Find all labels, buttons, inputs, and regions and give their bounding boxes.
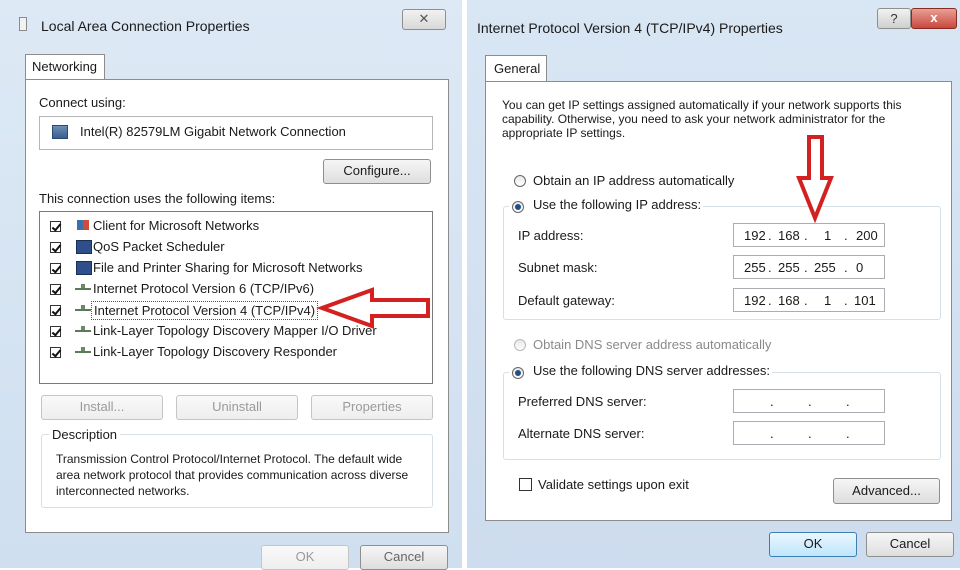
- ipv4-properties-dialog: Internet Protocol Version 4 (TCP/IPv4) P…: [467, 0, 960, 568]
- local-area-connection-dialog: Local Area Connection Properties ✕ Netwo…: [0, 0, 462, 570]
- annotation-arrow-left-icon: [316, 287, 430, 329]
- annotation-arrow-down-icon: [796, 135, 834, 224]
